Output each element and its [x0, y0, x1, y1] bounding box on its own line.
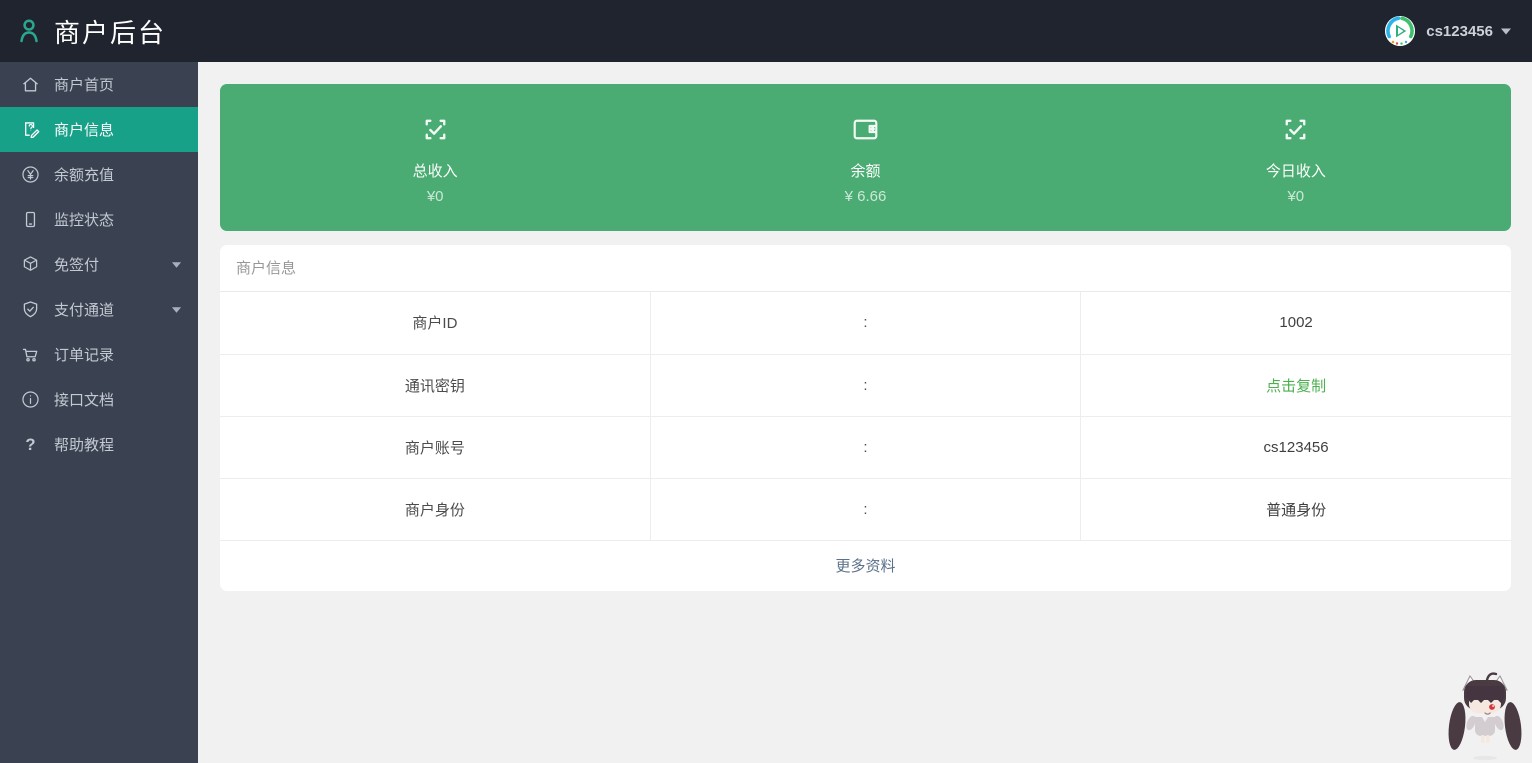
sidebar-item-balance-recharge[interactable]: 余额充值: [0, 152, 198, 197]
row-separator: :: [650, 292, 1080, 354]
username-label: cs123456: [1426, 23, 1493, 40]
chevron-down-icon: [171, 259, 182, 270]
row-value: 1002: [1279, 314, 1312, 331]
stat-balance: 余额 ¥ 6.66: [650, 84, 1080, 231]
sidebar-item-help-tutorial[interactable]: ? 帮助教程: [0, 422, 198, 467]
user-menu[interactable]: cs123456: [1385, 16, 1512, 46]
sidebar-item-label: 帮助教程: [54, 434, 182, 455]
row-label: 商户身份: [220, 478, 650, 540]
yen-circle-icon: [19, 164, 41, 186]
svg-text:?: ?: [25, 435, 35, 454]
row-separator: :: [650, 416, 1080, 478]
edit-document-icon: [19, 119, 41, 141]
row-label: 商户账号: [220, 416, 650, 478]
sidebar-nav: 商户首页 商户信息 余额充值 监控状态 免签付 支付通道 订单记录 接口文档 ?: [0, 62, 198, 763]
app-title: 商户后台: [54, 13, 166, 50]
stat-value: ¥0: [1287, 188, 1304, 205]
sidebar-item-merchant-info[interactable]: 商户信息: [0, 107, 198, 152]
info-circle-icon: [19, 389, 41, 411]
stats-banner: 总收入 ¥0 余额 ¥ 6.66 今日收入 ¥0: [220, 84, 1511, 231]
question-icon: ?: [19, 434, 41, 456]
sidebar-item-label: 监控状态: [54, 209, 182, 230]
sidebar-item-payment-channel[interactable]: 支付通道: [0, 287, 198, 332]
table-row: 商户ID : 1002: [220, 292, 1511, 354]
sidebar-item-no-sign-pay[interactable]: 免签付: [0, 242, 198, 287]
merchant-info-card: 商户信息 商户ID : 1002 通讯密钥 : 点击复制 商户账号 : cs12…: [220, 245, 1511, 591]
sidebar-item-label: 商户首页: [54, 74, 182, 95]
row-value: cs123456: [1264, 439, 1329, 456]
row-label: 商户ID: [220, 292, 650, 354]
sidebar-item-merchant-home[interactable]: 商户首页: [0, 62, 198, 107]
sidebar-item-label: 支付通道: [54, 299, 171, 320]
phone-icon: [19, 209, 41, 231]
scan-check-icon: [1277, 111, 1314, 148]
stat-today-income: 今日收入 ¥0: [1081, 84, 1511, 231]
stat-label: 今日收入: [1266, 160, 1326, 181]
table-row: 商户账号 : cs123456: [220, 416, 1511, 478]
user-avatar-icon: [1385, 16, 1415, 46]
sidebar-item-monitor-status[interactable]: 监控状态: [0, 197, 198, 242]
shield-check-icon: [19, 299, 41, 321]
stat-value: ¥ 6.66: [845, 188, 887, 205]
cart-icon: [19, 344, 41, 366]
mascot-character: [1441, 670, 1529, 762]
copy-key-link[interactable]: 点击复制: [1266, 378, 1326, 395]
card-title: 商户信息: [220, 245, 1511, 292]
home-icon: [19, 74, 41, 96]
sidebar-item-order-records[interactable]: 订单记录: [0, 332, 198, 377]
row-separator: :: [650, 478, 1080, 540]
stat-value: ¥0: [427, 188, 444, 205]
chevron-down-icon: [1500, 25, 1512, 37]
table-row: 通讯密钥 : 点击复制: [220, 354, 1511, 416]
wallet-icon: [847, 111, 884, 148]
more-info-button[interactable]: 更多资料: [220, 541, 1511, 591]
scan-check-icon: [417, 111, 454, 148]
person-icon: [13, 15, 45, 47]
stat-label: 总收入: [413, 160, 458, 181]
row-separator: :: [650, 354, 1080, 416]
sidebar-item-label: 免签付: [54, 254, 171, 275]
merchant-info-table: 商户ID : 1002 通讯密钥 : 点击复制 商户账号 : cs123456 …: [220, 292, 1511, 541]
sidebar-item-label: 商户信息: [54, 119, 182, 140]
main-content: 总收入 ¥0 余额 ¥ 6.66 今日收入 ¥0 商户信息 商户ID : 100…: [198, 0, 1532, 591]
sidebar-item-label: 订单记录: [54, 344, 182, 365]
sidebar-item-label: 接口文档: [54, 389, 182, 410]
app-logo: 商户后台: [0, 13, 166, 50]
cube-icon: [19, 254, 41, 276]
stat-total-income: 总收入 ¥0: [220, 84, 650, 231]
row-label: 通讯密钥: [220, 354, 650, 416]
top-header: 商户后台 cs123456: [0, 0, 1532, 62]
row-value: 普通身份: [1266, 502, 1326, 519]
sidebar-item-label: 余额充值: [54, 164, 182, 185]
chevron-down-icon: [171, 304, 182, 315]
stat-label: 余额: [850, 160, 880, 181]
table-row: 商户身份 : 普通身份: [220, 478, 1511, 540]
sidebar-item-api-docs[interactable]: 接口文档: [0, 377, 198, 422]
